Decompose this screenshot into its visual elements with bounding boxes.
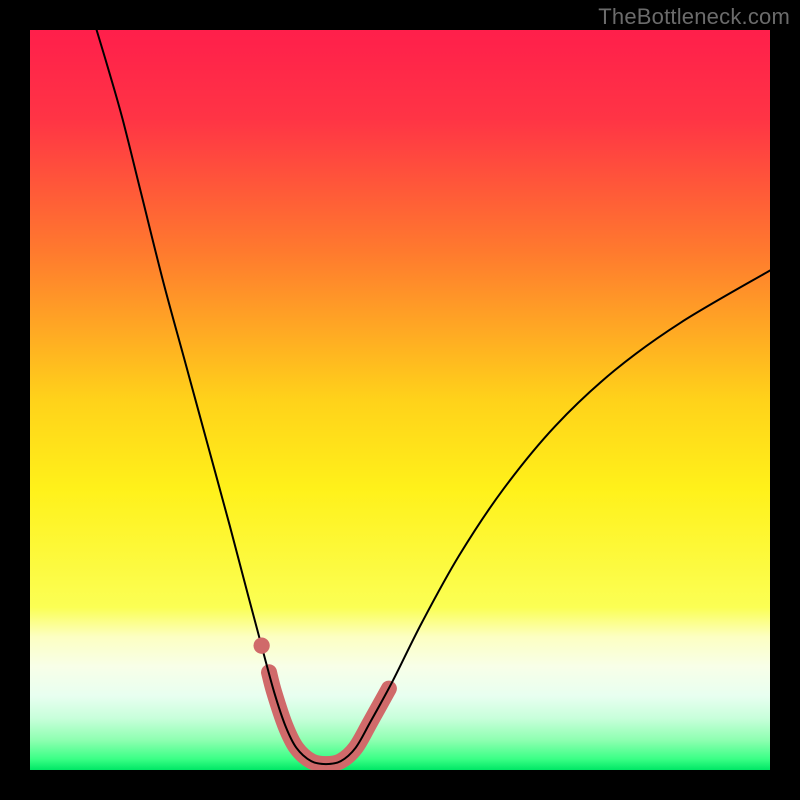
- bottleneck-chart: [30, 30, 770, 770]
- chart-background: [30, 30, 770, 770]
- marker-layer: [253, 638, 269, 654]
- watermark-text: TheBottleneck.com: [598, 4, 790, 30]
- chart-frame: [30, 30, 770, 770]
- dot-left: [253, 638, 269, 654]
